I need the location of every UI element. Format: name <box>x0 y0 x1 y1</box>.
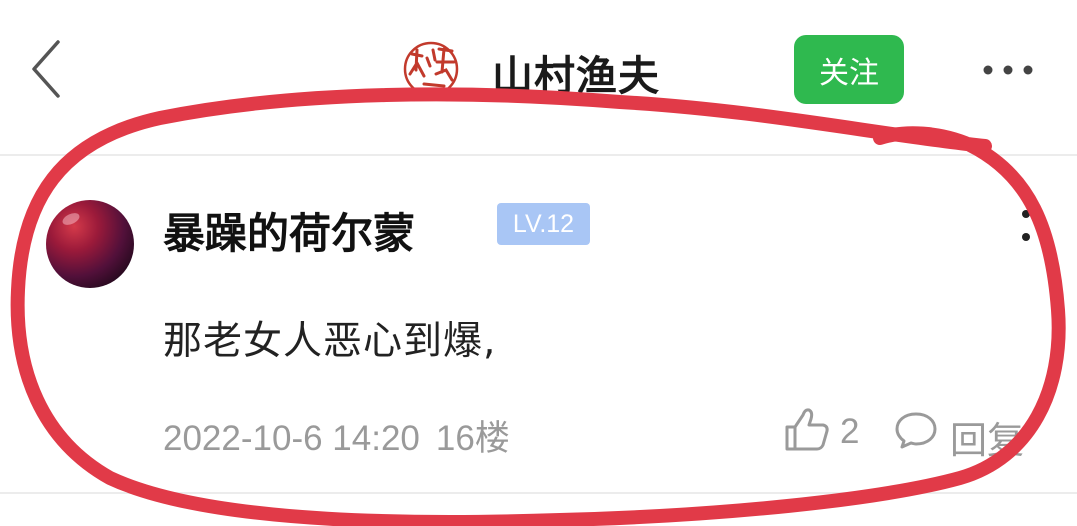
bottom-divider <box>0 492 1077 494</box>
avatar[interactable] <box>46 200 134 288</box>
header-bar: 山村渔夫 关注 <box>0 0 1077 150</box>
floor-number: 16楼 <box>435 419 510 458</box>
level-badge: LV.12 <box>497 203 590 245</box>
comment-text: 那老女人恶心到爆, <box>163 319 497 364</box>
back-icon[interactable] <box>24 36 72 102</box>
more-icon[interactable] <box>980 60 1036 80</box>
comment-username[interactable]: 暴躁的荷尔蒙 <box>163 200 415 261</box>
reply-button[interactable]: 回复 <box>950 410 1024 464</box>
top-divider <box>0 154 1077 156</box>
comment-more-icon[interactable] <box>1014 208 1038 244</box>
page-title: 山村渔夫 <box>492 52 660 100</box>
follow-button[interactable]: 关注 <box>794 35 904 104</box>
comment-timestamp: 2022-10-6 14:20 <box>163 419 420 458</box>
comment-meta: 2022-10-6 14:20 16楼 <box>163 410 510 461</box>
like-icon[interactable] <box>783 405 831 453</box>
like-count: 2 <box>840 412 860 451</box>
reply-icon[interactable] <box>894 410 938 450</box>
seal-logo <box>403 41 459 97</box>
